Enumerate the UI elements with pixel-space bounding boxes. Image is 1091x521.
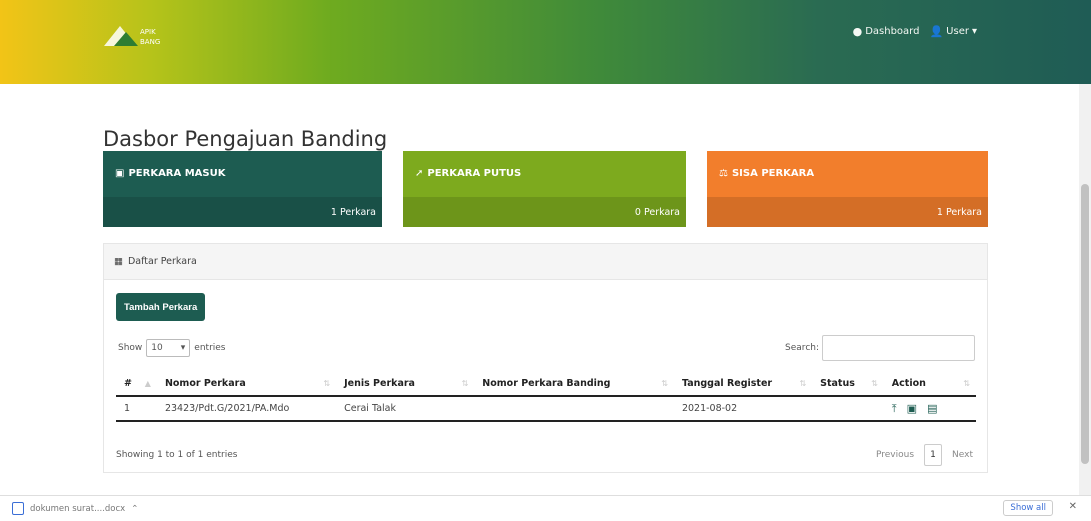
card-title: PERKARA PUTUS	[427, 168, 522, 179]
entries-value: 10	[151, 343, 163, 353]
panel-header: ▦ Daftar Perkara	[104, 244, 987, 280]
download-bar: dokumen surat....docx ⌃ Show all ✕	[0, 495, 1091, 521]
cell-nomor-perkara: 23423/Pdt.G/2021/PA.Mdo	[156, 396, 337, 422]
entries-select[interactable]: 10 ▾	[146, 339, 191, 357]
entries-label: entries	[194, 343, 226, 353]
nav-user-dropdown[interactable]: 👤 User ▾	[929, 25, 977, 38]
search-input[interactable]	[822, 335, 975, 361]
search-control: Search:	[785, 335, 975, 361]
card-sisa-perkara: ⚖ SISA PERKARA 1 Perkara	[707, 151, 988, 227]
perkara-table: # ▲ Nomor Perkara ⇅ Jenis Perkara ⇅ Nomor P…	[116, 372, 976, 422]
card-perkara-masuk: ▣ PERKARA MASUK 1 Perkara	[103, 151, 382, 227]
cell-action: ⤒ ▣ ▤	[883, 396, 976, 422]
col-nomor-perkara-banding[interactable]: Nomor Perkara Banding ⇅	[474, 372, 674, 397]
pagination: Previous 1 Next	[876, 444, 973, 466]
upload-icon[interactable]: ⤒	[892, 402, 897, 416]
app-logo[interactable]: APIK BANG	[102, 20, 182, 50]
cell-status	[812, 396, 884, 422]
cell-jenis-perkara: Cerai Talak	[336, 396, 475, 422]
page-1-button[interactable]: 1	[924, 444, 943, 466]
word-file-icon	[12, 502, 24, 515]
gavel-icon: ➚	[415, 168, 424, 179]
scroll-thumb[interactable]	[1081, 184, 1089, 464]
col-tanggal-register[interactable]: Tanggal Register ⇅	[673, 372, 813, 397]
nav-user-label: User	[946, 26, 969, 37]
col-action[interactable]: Action ⇅	[883, 372, 976, 397]
col-number[interactable]: # ▲	[116, 372, 157, 397]
close-icon[interactable]: ✕	[1069, 501, 1077, 512]
download-filename: dokumen surat....docx	[30, 503, 126, 514]
nav-dashboard-label: Dashboard	[865, 26, 920, 37]
card-title: PERKARA MASUK	[128, 168, 226, 179]
document-icon[interactable]: ▤	[927, 402, 937, 416]
show-all-button[interactable]: Show all	[1003, 500, 1053, 516]
search-label: Search:	[785, 343, 819, 353]
chevron-up-icon[interactable]: ⌃	[131, 504, 138, 514]
svg-text:BANG: BANG	[140, 38, 160, 46]
col-nomor-perkara[interactable]: Nomor Perkara ⇅	[156, 372, 337, 397]
card-count: 1 Perkara	[330, 206, 376, 218]
table-row: 1 23423/Pdt.G/2021/PA.Mdo Cerai Talak 20…	[116, 396, 976, 422]
top-navbar: APIK BANG ● Dashboard 👤 User ▾	[0, 0, 1091, 84]
edit-icon[interactable]: ▣	[907, 402, 917, 416]
cell-number: 1	[116, 396, 157, 422]
col-status[interactable]: Status ⇅	[812, 372, 884, 397]
previous-button[interactable]: Previous	[876, 450, 914, 460]
daftar-perkara-panel: ▦ Daftar Perkara Tambah Perkara Show 10 …	[103, 243, 988, 473]
card-title: SISA PERKARA	[731, 168, 815, 179]
svg-text:APIK: APIK	[140, 28, 156, 36]
panel-title: Daftar Perkara	[127, 256, 197, 267]
tambah-perkara-button[interactable]: Tambah Perkara	[116, 293, 206, 321]
user-icon: 👤	[929, 25, 944, 38]
page-title: Dasbor Pengajuan Banding	[103, 127, 388, 151]
col-jenis-perkara[interactable]: Jenis Perkara ⇅	[336, 372, 475, 397]
dashboard-icon: ●	[852, 25, 863, 38]
next-button[interactable]: Next	[952, 450, 973, 460]
chevron-down-icon: ▾	[180, 343, 186, 353]
card-count: 1 Perkara	[936, 206, 982, 218]
table-info: Showing 1 to 1 of 1 entries	[116, 450, 238, 460]
show-label: Show	[118, 343, 143, 353]
chevron-down-icon: ▾	[971, 26, 977, 37]
download-item[interactable]: dokumen surat....docx ⌃	[12, 502, 138, 515]
cell-nomor-banding	[474, 396, 674, 422]
inbox-icon: ▣	[115, 168, 125, 179]
card-perkara-putus: ➚ PERKARA PUTUS 0 Perkara	[403, 151, 686, 227]
page-scrollbar[interactable]	[1079, 84, 1091, 495]
nav-dashboard-link[interactable]: ● Dashboard	[853, 25, 920, 38]
balance-icon: ⚖	[719, 168, 728, 179]
entries-length-control: Show 10 ▾ entries	[118, 339, 226, 357]
cell-tanggal-register: 2021-08-02	[673, 396, 813, 422]
table-header-row: # ▲ Nomor Perkara ⇅ Jenis Perkara ⇅ Nomor P…	[116, 372, 976, 397]
table-icon: ▦	[114, 256, 123, 267]
card-count: 0 Perkara	[634, 206, 680, 218]
